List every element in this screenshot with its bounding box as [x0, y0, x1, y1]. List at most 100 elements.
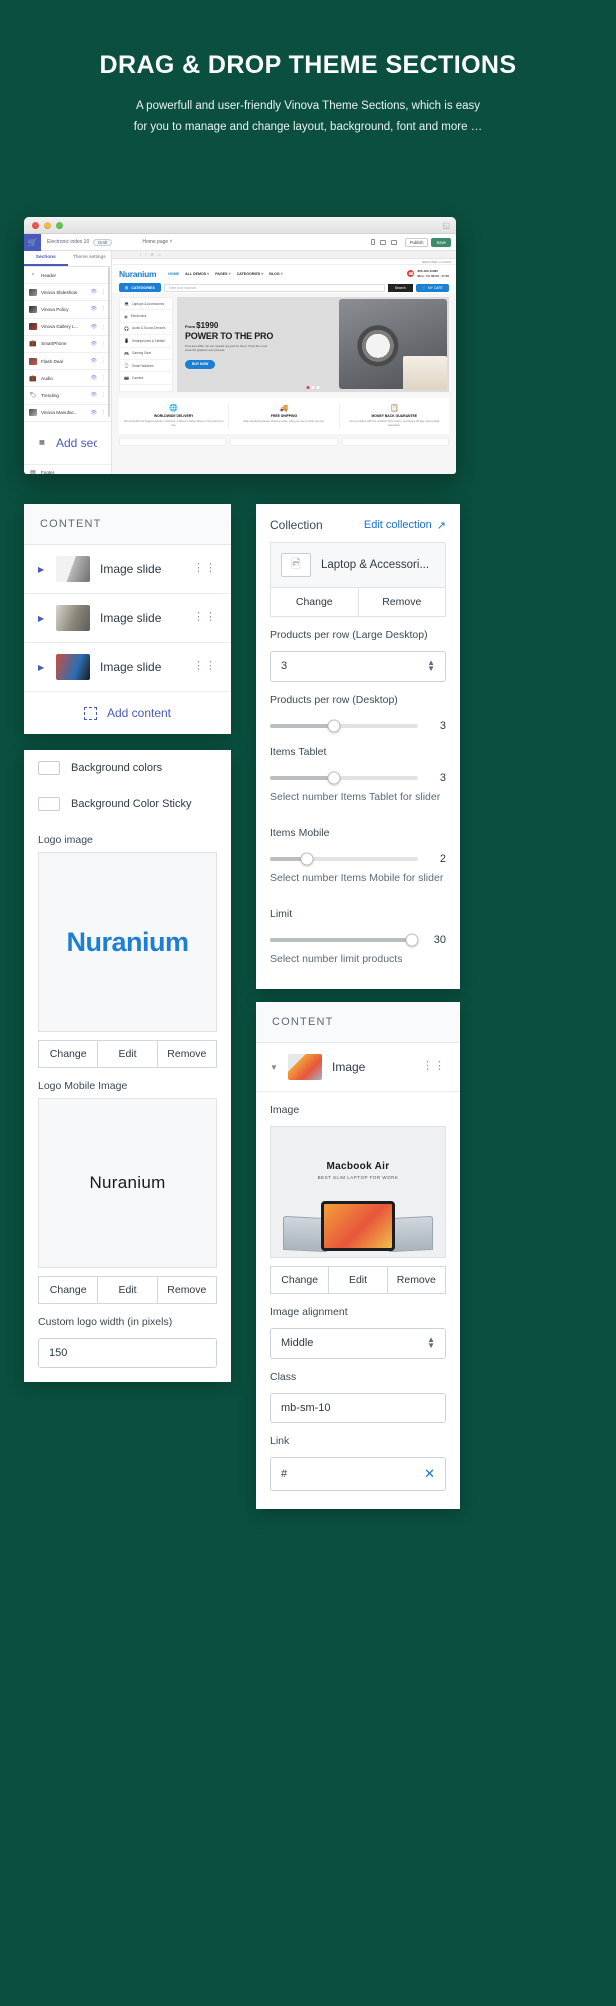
category-item[interactable]: 🎧 Audio & Sound Devices	[120, 323, 172, 336]
drag-handle-icon[interactable]: ⋮⋮	[422, 1061, 446, 1072]
logo-mobile-remove-button[interactable]: Remove	[156, 1276, 217, 1304]
slider-track[interactable]	[270, 852, 418, 866]
image-change-button[interactable]: Change	[270, 1266, 330, 1294]
chevron-down-icon[interactable]: ▼	[270, 1063, 278, 1072]
collection-change-button[interactable]: Change	[271, 588, 359, 616]
drag-handle-icon[interactable]: ⋮	[101, 358, 106, 364]
logo-remove-button[interactable]: Remove	[156, 1040, 217, 1068]
publish-button[interactable]: Publish	[404, 237, 429, 247]
logo-image-actions[interactable]: Change Edit Remove	[38, 1040, 217, 1068]
category-item[interactable]: 💻 Laptops & Accessories	[120, 298, 172, 311]
minimize-window-button[interactable]	[44, 221, 51, 229]
category-item[interactable]: ⌚ Smart Watches	[120, 360, 172, 373]
chevron-right-icon[interactable]: ▶	[38, 565, 46, 574]
tab-sections[interactable]: Sections	[24, 251, 68, 266]
drag-handle-icon[interactable]: ⋮⋮	[193, 661, 217, 672]
tab-theme-settings[interactable]: Theme settings	[68, 251, 112, 266]
category-menu[interactable]: 💻 Laptops & Accessories ▣ Electronics 🎧 Aud…	[119, 297, 173, 392]
maximize-window-button[interactable]	[56, 221, 63, 229]
sidebar-item-footer[interactable]: ▤ Footer	[24, 465, 111, 474]
sidebar-item-trending[interactable]: 🏷 Trending 👁 ⋮	[24, 387, 111, 405]
logo-edit-button[interactable]: Edit	[97, 1040, 158, 1068]
visibility-eye-icon[interactable]: 👁	[91, 392, 97, 398]
sidebar-item-audio[interactable]: 💼 Audio 👁 ⋮	[24, 370, 111, 388]
limit-slider[interactable]: 30	[256, 926, 460, 948]
sidebar-item-flash-deal[interactable]: Flash Deal 👁 ⋮	[24, 353, 111, 371]
drag-handle-icon[interactable]: ⋮	[101, 392, 106, 398]
visibility-eye-icon[interactable]: 👁	[91, 306, 97, 312]
items-mobile-slider[interactable]: 2	[256, 845, 460, 867]
forward-icon[interactable]: ›	[145, 252, 146, 257]
product-card[interactable]	[341, 437, 449, 446]
visibility-eye-icon[interactable]: 👁	[91, 375, 97, 381]
slider-dot[interactable]	[311, 386, 315, 389]
slider-knob[interactable]	[300, 852, 314, 866]
background-color-sticky-row[interactable]: Background Color Sticky	[24, 786, 231, 822]
sidebar-item-vinova-manufacturer[interactable]: Vinova Manufac... 👁 ⋮	[24, 405, 111, 422]
image-edit-button[interactable]: Edit	[328, 1266, 388, 1294]
custom-logo-width-input[interactable]: 150	[38, 1338, 217, 1368]
image-alignment-select[interactable]: Middle ▲ ▼	[270, 1328, 446, 1359]
sidebar-item-vinova-gallery[interactable]: Vinova Gallery L... 👁 ⋮	[24, 319, 111, 336]
fullscreen-icon[interactable]: ◱	[442, 221, 450, 230]
list-item[interactable]: ▼ Image ⋮⋮	[256, 1043, 460, 1092]
category-item[interactable]: 📱 Smartphones & Tablets	[120, 335, 172, 348]
products-per-row-desktop-slider[interactable]: 3	[256, 712, 460, 734]
background-colors-row[interactable]: Background colors	[24, 750, 231, 786]
drag-handle-icon[interactable]: ⋮	[101, 289, 106, 295]
slider-dots[interactable]	[306, 386, 320, 389]
back-icon[interactable]: ‹	[140, 252, 141, 257]
close-icon[interactable]: ✕	[424, 1466, 435, 1482]
product-card[interactable]	[230, 437, 338, 446]
list-item[interactable]: ▶ Image slide ⋮⋮	[24, 594, 231, 643]
desktop-preview-icon[interactable]	[379, 239, 386, 245]
slider-track[interactable]	[270, 719, 418, 733]
image-preview[interactable]: Macbook Air BEST SLIM LAPTOP FOR WORK	[270, 1126, 446, 1258]
background-sticky-swatch[interactable]	[38, 797, 60, 811]
collection-remove-button[interactable]: Remove	[359, 588, 446, 616]
visibility-eye-icon[interactable]: 👁	[91, 410, 97, 416]
category-item[interactable]: 🎮 Gaming Gear	[120, 348, 172, 360]
sidebar-item-vinova-policy[interactable]: Vinova Policy 👁 ⋮	[24, 301, 111, 319]
categories-button[interactable]: ☰ CATEGORIES	[119, 283, 161, 292]
slider-knob[interactable]	[327, 771, 341, 785]
visibility-eye-icon[interactable]: 👁	[91, 289, 97, 295]
nav-pages[interactable]: PAGES ˅	[215, 272, 230, 276]
image-remove-button[interactable]: Remove	[386, 1266, 446, 1294]
nav-blog[interactable]: BLOG ˅	[269, 272, 282, 276]
drag-handle-icon[interactable]: ⋮	[101, 306, 106, 312]
drag-handle-icon[interactable]: ⋮⋮	[193, 563, 217, 574]
drag-handle-icon[interactable]: ⋮⋮	[193, 612, 217, 623]
slider-dot[interactable]	[316, 386, 320, 389]
edit-collection-link[interactable]: Edit collection ↗	[364, 519, 446, 532]
visibility-eye-icon[interactable]: 👁	[91, 341, 97, 347]
drag-handle-icon[interactable]: ⋮	[101, 410, 106, 416]
visibility-eye-icon[interactable]: 👁	[91, 324, 97, 330]
class-input[interactable]: mb-sm-10	[270, 1392, 446, 1423]
image-actions[interactable]: Change Edit Remove	[270, 1266, 446, 1294]
nav-all-demos[interactable]: ALL DEMOS ˅	[185, 272, 209, 276]
category-item[interactable]: 📷 Camera	[120, 372, 172, 385]
cart-button[interactable]: 🛒 MY CART	[415, 283, 449, 292]
drag-handle-icon[interactable]: ⋮	[101, 375, 106, 381]
background-colors-swatch[interactable]	[38, 761, 60, 775]
sidebar-item-header[interactable]: ▫ Header	[24, 267, 111, 285]
add-content-button[interactable]: Add content	[24, 692, 231, 734]
close-window-button[interactable]	[32, 221, 39, 229]
logo-change-button[interactable]: Change	[38, 1040, 99, 1068]
collection-actions[interactable]: Change Remove	[271, 587, 445, 616]
chevron-right-icon[interactable]: ▶	[38, 614, 46, 623]
add-section-button[interactable]: ▦ Add section	[24, 422, 111, 465]
hero-slide[interactable]: From $1990 POWER TO THE PRO Pros love iM…	[177, 297, 449, 392]
list-item[interactable]: ▶ Image slide ⋮⋮	[24, 545, 231, 594]
visibility-eye-icon[interactable]: 👁	[91, 358, 97, 364]
sidebar-item-smartphone[interactable]: 💼 SmartPhone 👁 ⋮	[24, 336, 111, 353]
slider-track[interactable]	[270, 933, 419, 947]
products-per-row-large-select[interactable]: 3 ▲ ▼	[270, 651, 446, 682]
reload-icon[interactable]: ⟳	[151, 252, 154, 257]
sidebar-scrollbar[interactable]	[108, 267, 110, 417]
drag-handle-icon[interactable]: ⋮	[101, 341, 106, 347]
logo-mobile-change-button[interactable]: Change	[38, 1276, 99, 1304]
logo-image-preview[interactable]: Nuranium	[38, 852, 217, 1032]
sidebar-tabs[interactable]: Sections Theme settings	[24, 251, 111, 267]
